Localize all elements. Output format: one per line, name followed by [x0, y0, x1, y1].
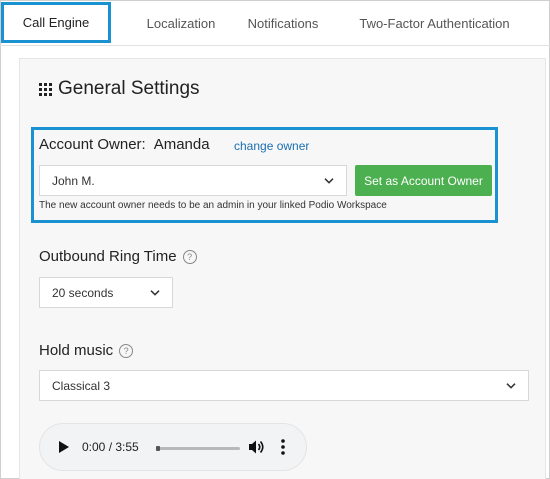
tab-two-factor-authentication[interactable]: Two-Factor Authentication — [352, 0, 517, 46]
section-title: General Settings — [39, 78, 200, 100]
tab-call-engine[interactable]: Call Engine — [1, 2, 111, 43]
set-account-owner-button[interactable]: Set as Account Owner — [355, 165, 492, 196]
audio-progress-thumb[interactable] — [156, 446, 160, 451]
settings-panel — [19, 58, 546, 479]
settings-tabs: Call Engine Localization Notifications T… — [0, 0, 550, 46]
account-owner-label: Account Owner: Amanda — [39, 136, 210, 153]
tab-localization[interactable]: Localization — [118, 0, 244, 46]
owner-select[interactable]: John M. — [39, 165, 347, 196]
tab-label: Notifications — [247, 15, 319, 31]
volume-icon[interactable] — [248, 439, 266, 460]
section-title-text: General Settings — [58, 78, 200, 99]
tab-notifications[interactable]: Notifications — [238, 0, 328, 46]
audio-time: 0:00 / 3:55 — [82, 440, 139, 454]
help-icon[interactable]: ? — [182, 249, 197, 264]
account-owner-caption: Account Owner: — [39, 136, 146, 153]
hold-music-label-text: Hold music — [39, 342, 114, 359]
chevron-down-icon — [150, 289, 160, 296]
owner-select-value: John M. — [52, 173, 95, 188]
tab-label: Localization — [146, 15, 216, 31]
owner-hint: The new account owner needs to be an adm… — [39, 200, 387, 211]
ring-time-select-value: 20 seconds — [52, 285, 114, 300]
audio-progress-slider[interactable] — [156, 446, 240, 451]
play-icon[interactable] — [59, 441, 69, 453]
ring-time-label: Outbound Ring Time ? — [39, 248, 197, 265]
tab-label: Two-Factor Authentication — [359, 15, 510, 31]
ring-time-label-text: Outbound Ring Time — [39, 248, 177, 265]
audio-player: 0:00 / 3:55 — [39, 423, 307, 471]
ring-time-select[interactable]: 20 seconds — [39, 277, 173, 308]
account-owner-name: Amanda — [153, 136, 210, 153]
more-options-icon[interactable] — [280, 438, 286, 461]
help-icon[interactable]: ? — [119, 343, 134, 358]
tab-label: Call Engine — [22, 15, 90, 30]
hold-music-select[interactable]: Classical 3 — [39, 370, 529, 401]
change-owner-link[interactable]: change owner — [234, 139, 309, 153]
hold-music-label: Hold music ? — [39, 342, 134, 359]
chevron-down-icon — [506, 382, 516, 389]
grid-icon — [39, 82, 52, 96]
chevron-down-icon — [324, 177, 334, 184]
hold-music-select-value: Classical 3 — [52, 378, 111, 393]
